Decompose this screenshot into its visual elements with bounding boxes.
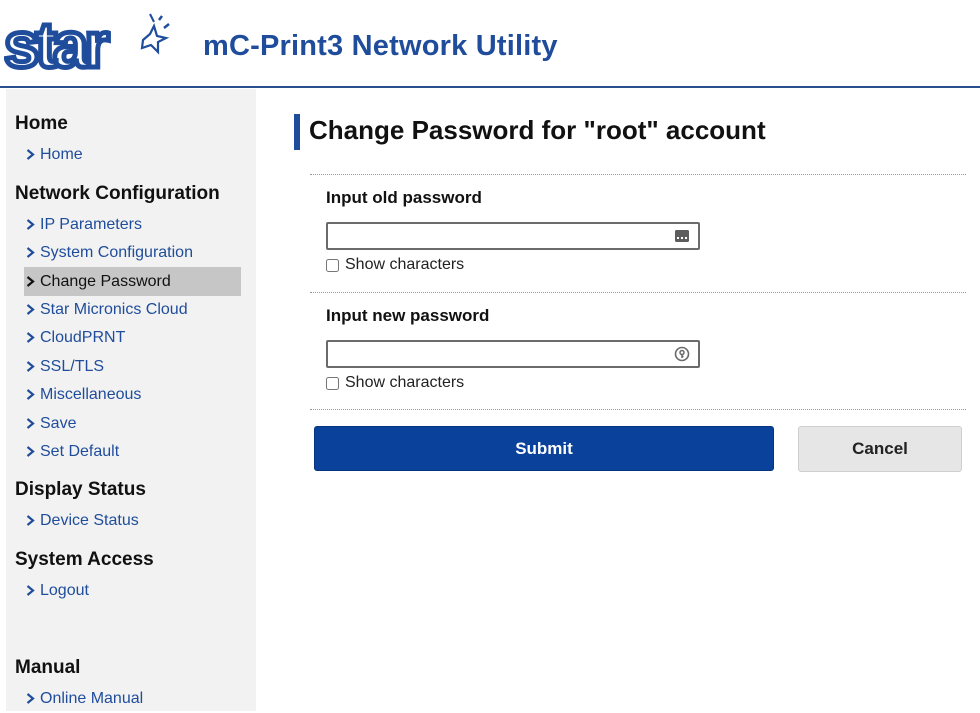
divider	[310, 174, 966, 175]
page-title: Change Password for "root" account	[309, 115, 766, 145]
chevron-right-icon	[26, 585, 40, 596]
divider	[310, 292, 966, 293]
sidebar-item-star-micronics-cloud[interactable]: Star Micronics Cloud	[24, 295, 241, 324]
sidebar-item-label: CloudPRNT	[40, 328, 126, 346]
sidebar-item-ssl-tls[interactable]: SSL/TLS	[24, 352, 241, 381]
sidebar-item-label: Device Status	[40, 511, 139, 529]
sidebar-item-label: Miscellaneous	[40, 385, 142, 403]
sidebar-item-ip-parameters[interactable]: IP Parameters	[24, 210, 241, 239]
sidebar-item-label: IP Parameters	[40, 215, 142, 233]
sidebar-item-save[interactable]: Save	[24, 409, 241, 438]
sidebar: Home Home Network Configuration IP Param…	[6, 89, 256, 711]
key-generator-icon[interactable]	[674, 346, 690, 362]
sidebar-item-cloudprnt[interactable]: CloudPRNT	[24, 323, 241, 352]
new-password-input[interactable]	[328, 342, 670, 366]
divider	[310, 409, 966, 410]
sidebar-item-online-manual[interactable]: Online Manual	[24, 684, 241, 713]
star-logo: star	[4, 12, 170, 74]
sidebar-heading-network-configuration: Network Configuration	[15, 183, 220, 204]
new-password-label: Input new password	[326, 306, 490, 325]
sidebar-item-set-default[interactable]: Set Default	[24, 437, 241, 466]
sidebar-item-miscellaneous[interactable]: Miscellaneous	[24, 380, 241, 409]
chevron-right-icon	[26, 276, 40, 287]
sidebar-item-device-status[interactable]: Device Status	[24, 506, 241, 535]
old-password-label: Input old password	[326, 188, 482, 207]
sidebar-item-change-password[interactable]: Change Password	[24, 267, 241, 296]
chevron-right-icon	[26, 515, 40, 526]
sidebar-item-system-configuration[interactable]: System Configuration	[24, 238, 241, 267]
chevron-right-icon	[26, 693, 40, 704]
sidebar-item-label: Save	[40, 414, 77, 432]
sidebar-item-label: Logout	[40, 581, 89, 599]
old-password-show-characters[interactable]: Show characters	[326, 256, 464, 274]
sidebar-item-label: Change Password	[40, 272, 171, 290]
new-password-show-characters[interactable]: Show characters	[326, 374, 464, 392]
header: star mC-Print3 Network Utility	[0, 0, 980, 87]
cancel-button[interactable]: Cancel	[798, 426, 962, 472]
sidebar-item-label: Online Manual	[40, 689, 144, 707]
old-password-field[interactable]	[326, 222, 700, 250]
new-password-field[interactable]	[326, 340, 700, 368]
chevron-right-icon	[26, 219, 40, 230]
show-characters-label: Show characters	[345, 374, 465, 391]
star-logo-text: star	[4, 12, 109, 74]
new-password-show-checkbox[interactable]	[326, 376, 339, 390]
sidebar-item-logout[interactable]: Logout	[24, 576, 241, 605]
chevron-right-icon	[26, 247, 40, 258]
page-title-accent	[294, 114, 300, 150]
sidebar-heading-home: Home	[15, 113, 68, 134]
chevron-right-icon	[26, 361, 40, 372]
password-manager-icon[interactable]	[674, 228, 690, 244]
chevron-right-icon	[26, 304, 40, 315]
sidebar-heading-display-status: Display Status	[15, 479, 146, 500]
submit-button[interactable]: Submit	[314, 426, 774, 471]
sidebar-item-label: Home	[40, 145, 83, 163]
sidebar-item-label: SSL/TLS	[40, 357, 105, 375]
chevron-right-icon	[26, 149, 40, 160]
header-divider	[0, 86, 980, 88]
sidebar-item-label: Set Default	[40, 442, 120, 460]
chevron-right-icon	[26, 418, 40, 429]
show-characters-label: Show characters	[345, 256, 465, 273]
app-title: mC-Print3 Network Utility	[203, 30, 558, 62]
chevron-right-icon	[26, 446, 40, 457]
sidebar-heading-system-access: System Access	[15, 549, 154, 570]
sidebar-item-label: Star Micronics Cloud	[40, 300, 188, 318]
chevron-right-icon	[26, 389, 40, 400]
chevron-right-icon	[26, 332, 40, 343]
sidebar-heading-manual: Manual	[15, 657, 81, 678]
old-password-show-checkbox[interactable]	[326, 258, 339, 272]
sidebar-item-label: System Configuration	[40, 243, 193, 261]
sidebar-item-home[interactable]: Home	[24, 140, 241, 169]
old-password-input[interactable]	[328, 224, 670, 248]
